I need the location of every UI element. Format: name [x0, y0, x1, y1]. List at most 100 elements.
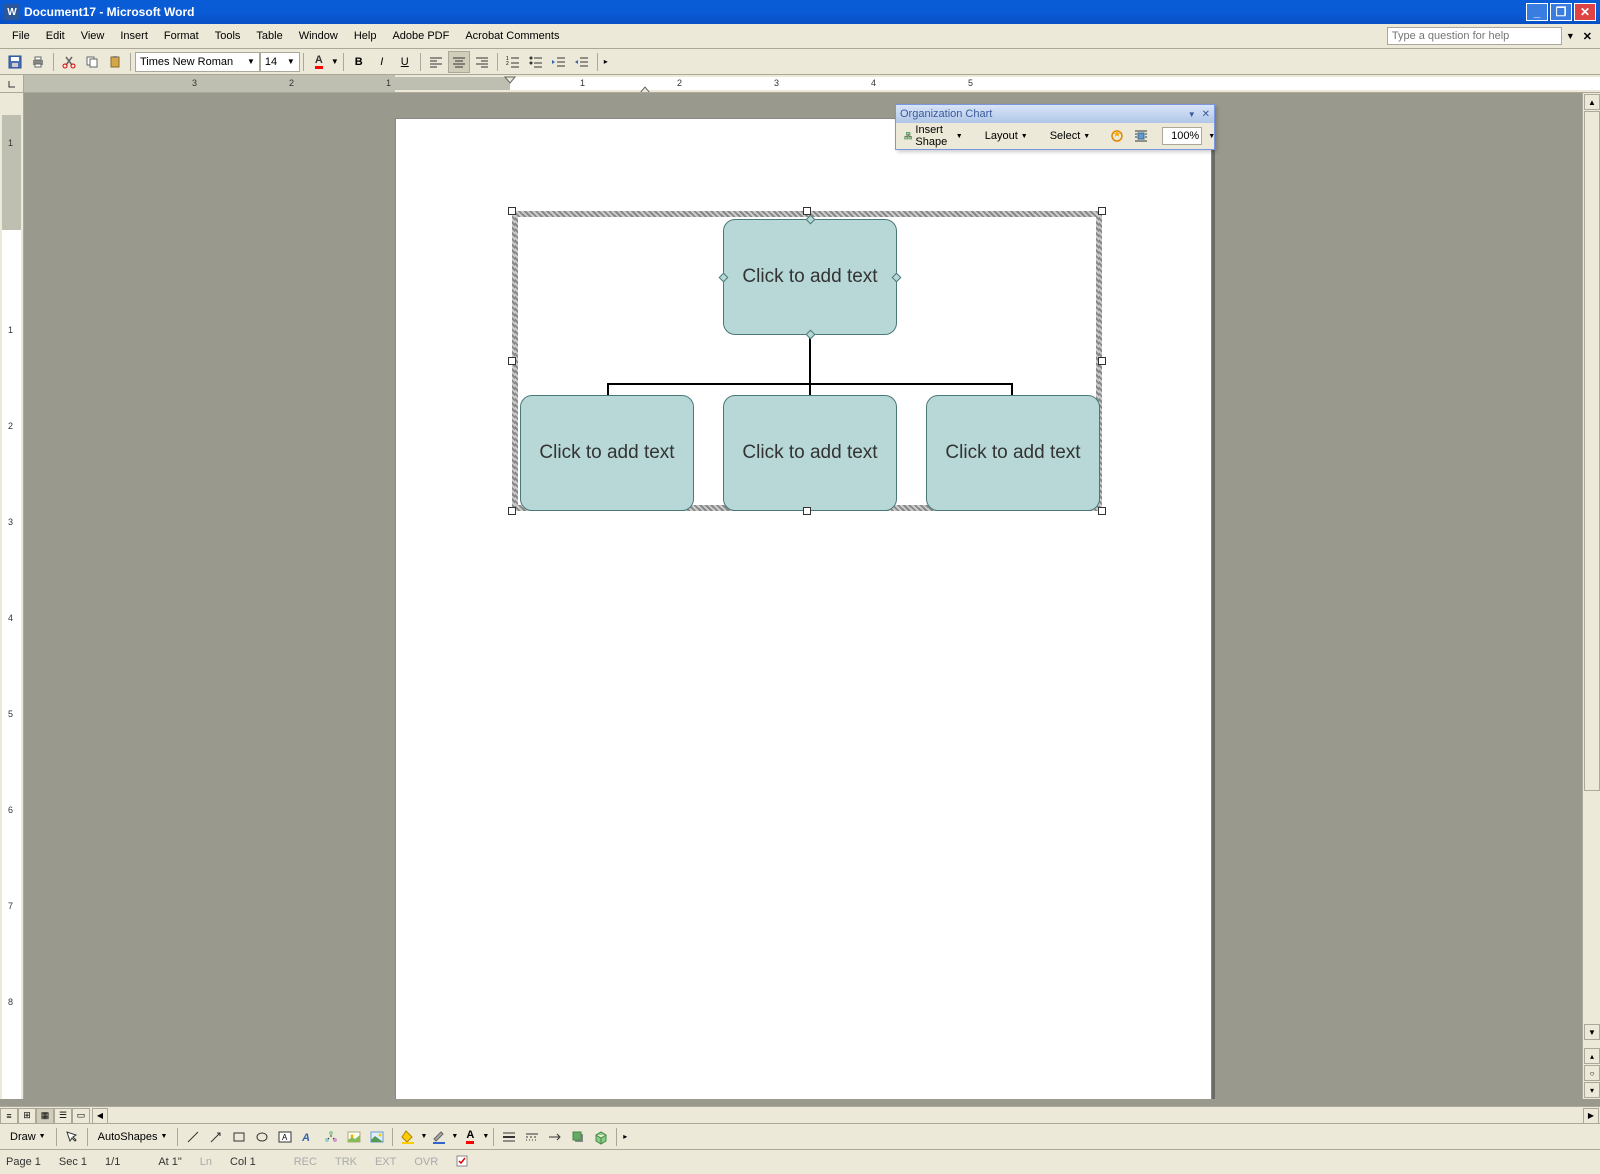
doc-close-button[interactable]: ✕ [1583, 30, 1592, 43]
numbered-list-button[interactable]: 12 [502, 51, 524, 73]
org-node-child-2[interactable]: Click to add text [723, 395, 897, 511]
resize-handle-nw[interactable] [508, 207, 516, 215]
web-view-button[interactable]: ⊞ [18, 1108, 36, 1124]
bulleted-list-button[interactable] [525, 51, 547, 73]
print-button[interactable] [27, 51, 49, 73]
resize-handle-w[interactable] [508, 357, 516, 365]
print-layout-view-button[interactable]: ▦ [36, 1108, 54, 1124]
outline-view-button[interactable]: ☰ [54, 1108, 72, 1124]
org-node-child-3[interactable]: Click to add text [926, 395, 1100, 511]
font-size-select[interactable] [260, 52, 300, 72]
align-right-button[interactable] [471, 51, 493, 73]
menu-acrobat-comments[interactable]: Acrobat Comments [457, 27, 567, 45]
previous-page-button[interactable]: ▴ [1584, 1048, 1600, 1064]
scroll-right-button[interactable]: ▶ [1583, 1108, 1599, 1124]
vertical-ruler[interactable]: 1 1 2 3 4 5 6 7 8 [0, 93, 24, 1099]
org-chart-toolbar-title-bar[interactable]: Organization Chart ▼ ✕ [896, 105, 1214, 123]
resize-handle-ne[interactable] [1098, 207, 1106, 215]
line-color-button[interactable] [428, 1126, 450, 1148]
minimize-button[interactable]: _ [1526, 3, 1548, 21]
align-center-button[interactable] [448, 51, 470, 73]
horizontal-ruler[interactable]: 3 2 1 1 2 3 4 5 [0, 75, 1600, 93]
toolbar-options-icon[interactable]: ▸ [604, 57, 608, 66]
resize-handle-s[interactable] [803, 507, 811, 515]
select-button[interactable]: Select▼ [1044, 126, 1097, 146]
bold-button[interactable]: B [348, 51, 370, 73]
font-color-button[interactable]: A [308, 51, 330, 73]
line-style-button[interactable] [498, 1126, 520, 1148]
scroll-up-button[interactable]: ▲ [1584, 94, 1600, 110]
browse-object-button[interactable]: ○ [1584, 1065, 1600, 1081]
reading-view-button[interactable]: ▭ [72, 1108, 90, 1124]
toolbar-options-icon[interactable]: ▼ [1188, 110, 1196, 119]
org-chart-toolbar[interactable]: Organization Chart ▼ ✕ Insert Shape ▼ La… [895, 104, 1215, 150]
menu-file[interactable]: File [4, 27, 38, 45]
menu-window[interactable]: Window [291, 27, 346, 45]
vertical-scrollbar[interactable]: ▲ ▼ ▴ ○ ▾ [1582, 93, 1600, 1099]
maximize-button[interactable]: ❐ [1550, 3, 1572, 21]
resize-handle-sw[interactable] [508, 507, 516, 515]
resize-handle-n[interactable] [803, 207, 811, 215]
paste-button[interactable] [104, 51, 126, 73]
resize-handle-e[interactable] [1098, 357, 1106, 365]
zoom-dropdown-icon[interactable]: ▼ [1208, 133, 1215, 140]
menu-edit[interactable]: Edit [38, 27, 73, 45]
normal-view-button[interactable]: ≡ [0, 1108, 18, 1124]
first-line-indent-marker[interactable] [504, 75, 516, 81]
insert-shape-button[interactable]: Insert Shape ▼ [898, 126, 969, 146]
menu-adobe-pdf[interactable]: Adobe PDF [384, 27, 457, 45]
resize-handle-se[interactable] [1098, 507, 1106, 515]
close-button[interactable]: ✕ [1574, 3, 1596, 21]
save-button[interactable] [4, 51, 26, 73]
textbox-button[interactable]: A [274, 1126, 296, 1148]
font-name-select[interactable] [135, 52, 260, 72]
horizontal-scrollbar[interactable] [110, 1108, 1581, 1124]
picture-button[interactable] [366, 1126, 388, 1148]
arrow-style-button[interactable] [544, 1126, 566, 1148]
shadow-button[interactable] [567, 1126, 589, 1148]
status-trk[interactable]: TRK [335, 1156, 357, 1168]
status-ext[interactable]: EXT [375, 1156, 396, 1168]
document-page[interactable]: Click to add text Click to add text Clic… [395, 118, 1212, 1099]
org-chart-object[interactable]: Click to add text Click to add text Clic… [512, 211, 1102, 511]
select-objects-button[interactable] [61, 1126, 83, 1148]
menu-view[interactable]: View [73, 27, 113, 45]
spell-check-icon[interactable] [456, 1154, 472, 1171]
next-page-button[interactable]: ▾ [1584, 1082, 1600, 1098]
rectangle-button[interactable] [228, 1126, 250, 1148]
tab-selector[interactable] [0, 75, 24, 92]
toolbar-options-icon[interactable]: ▸ [623, 1132, 627, 1141]
dash-style-button[interactable] [521, 1126, 543, 1148]
scroll-left-button[interactable]: ◀ [92, 1108, 108, 1124]
right-indent-marker[interactable] [639, 85, 651, 92]
increase-indent-button[interactable] [571, 51, 593, 73]
toolbar-close-button[interactable]: ✕ [1202, 109, 1210, 120]
help-dropdown-icon[interactable]: ▼ [1566, 31, 1575, 41]
clipart-button[interactable] [343, 1126, 365, 1148]
arrow-button[interactable] [205, 1126, 227, 1148]
scroll-thumb-vertical[interactable] [1584, 111, 1600, 791]
status-rec[interactable]: REC [294, 1156, 317, 1168]
cut-button[interactable] [58, 51, 80, 73]
menu-format[interactable]: Format [156, 27, 207, 45]
copy-button[interactable] [81, 51, 103, 73]
zoom-input[interactable] [1162, 127, 1202, 145]
underline-button[interactable]: U [394, 51, 416, 73]
decrease-indent-button[interactable] [548, 51, 570, 73]
3d-button[interactable] [590, 1126, 612, 1148]
autoformat-button[interactable] [1106, 126, 1128, 146]
text-wrap-button[interactable] [1130, 126, 1152, 146]
org-node-child-1[interactable]: Click to add text [520, 395, 694, 511]
help-search-input[interactable] [1387, 27, 1562, 45]
menu-tools[interactable]: Tools [207, 27, 249, 45]
status-ovr[interactable]: OVR [414, 1156, 438, 1168]
menu-help[interactable]: Help [346, 27, 385, 45]
menu-table[interactable]: Table [248, 27, 290, 45]
menu-insert[interactable]: Insert [112, 27, 156, 45]
org-node-top[interactable]: Click to add text [723, 219, 897, 335]
diagram-button[interactable] [320, 1126, 342, 1148]
italic-button[interactable]: I [371, 51, 393, 73]
autoshapes-button[interactable]: AutoShapes▼ [92, 1126, 174, 1148]
layout-button[interactable]: Layout▼ [979, 126, 1034, 146]
font-color-draw-button[interactable]: A [459, 1126, 481, 1148]
